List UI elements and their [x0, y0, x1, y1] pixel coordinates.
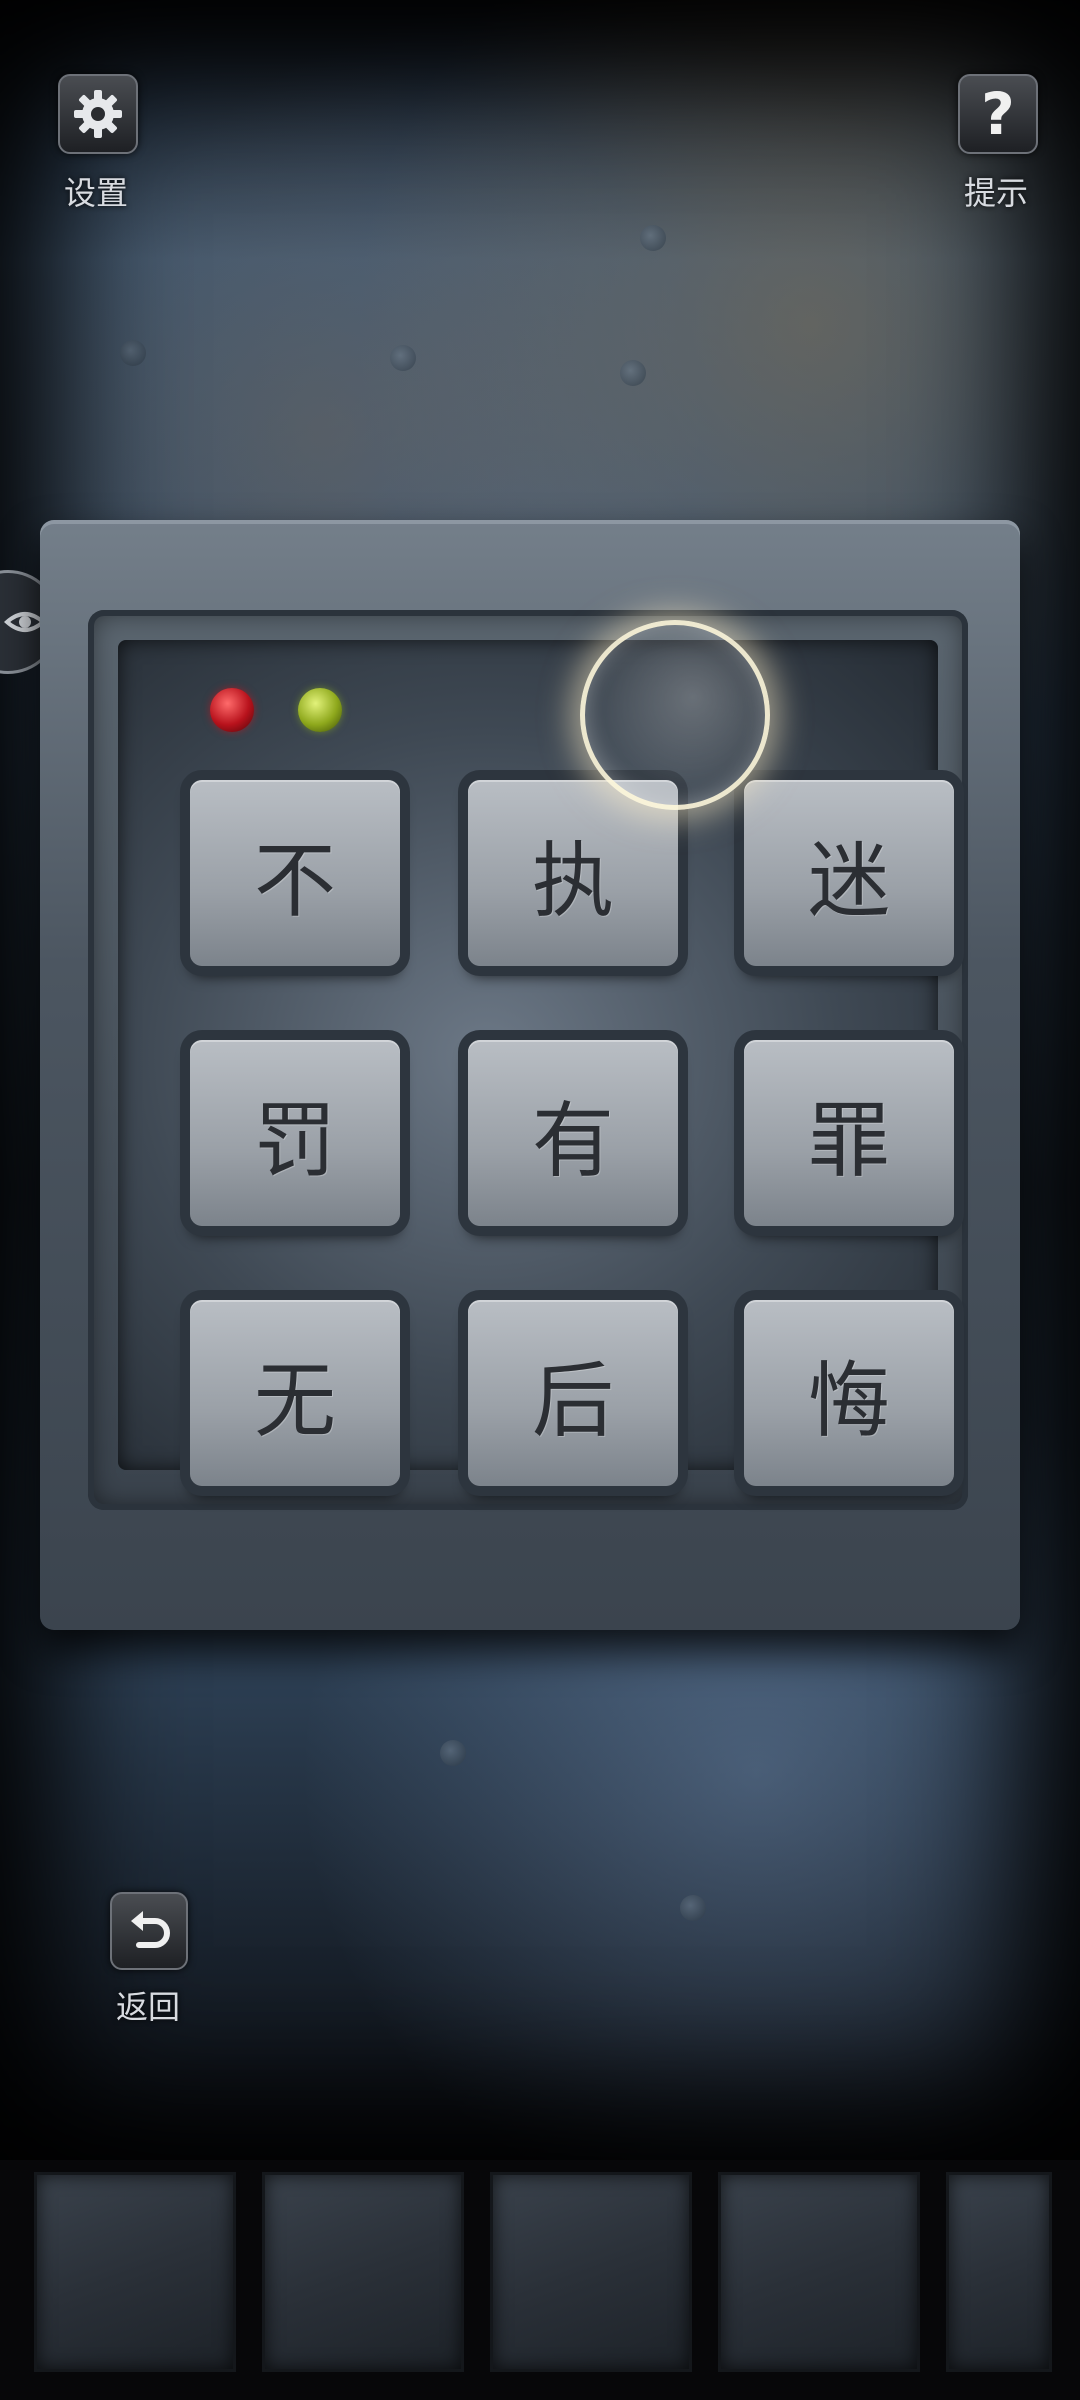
- settings-button[interactable]: [58, 74, 138, 154]
- rivet: [640, 225, 666, 251]
- hint-label: 提示: [963, 174, 1028, 212]
- settings-label: 设置: [63, 174, 128, 212]
- rivet: [440, 1740, 466, 1766]
- key-char: 无: [253, 1353, 336, 1449]
- keypad-key[interactable]: 有: [468, 1040, 678, 1226]
- magnifier-highlight: [580, 620, 770, 810]
- keypad-key[interactable]: 罪: [744, 1040, 954, 1226]
- undo-arrow-icon: [131, 1911, 170, 1948]
- key-char: 执: [531, 833, 614, 929]
- rivet: [390, 345, 416, 371]
- key-char: 迷: [807, 833, 890, 929]
- key-char: 罪: [807, 1093, 890, 1189]
- inventory-slot[interactable]: [490, 2172, 692, 2372]
- hint-button[interactable]: ?: [958, 74, 1038, 154]
- key-char: 有: [531, 1093, 614, 1189]
- key-char: 后: [531, 1353, 614, 1449]
- inventory-slot[interactable]: [946, 2172, 1052, 2372]
- keypad-panel: 不 执 迷 罚 有 罪 无 后 悔: [40, 520, 1020, 1630]
- inventory-slot[interactable]: [34, 2172, 236, 2372]
- keypad-key[interactable]: 迷: [744, 780, 954, 966]
- inventory-bar: [0, 2160, 1080, 2400]
- rivet: [680, 1895, 706, 1921]
- question-mark-icon: ?: [981, 80, 1015, 148]
- gear-icon: [74, 90, 122, 138]
- keypad-key[interactable]: 执: [468, 780, 678, 966]
- keypad-key[interactable]: 悔: [744, 1300, 954, 1486]
- inventory-slot[interactable]: [718, 2172, 920, 2372]
- back-label: 返回: [115, 1988, 180, 2026]
- key-char: 罚: [253, 1093, 336, 1189]
- inventory-slot[interactable]: [262, 2172, 464, 2372]
- keypad-frame: 不 执 迷 罚 有 罪 无 后 悔: [88, 610, 968, 1510]
- keypad-key[interactable]: 不: [190, 780, 400, 966]
- green-indicator-light: [298, 688, 342, 732]
- rivet: [120, 340, 146, 366]
- back-button[interactable]: [110, 1892, 188, 1970]
- keypad-key[interactable]: 后: [468, 1300, 678, 1486]
- key-char: 不: [253, 833, 336, 929]
- keypad-key[interactable]: 无: [190, 1300, 400, 1486]
- red-indicator-light: [210, 688, 254, 732]
- keypad-face: 不 执 迷 罚 有 罪 无 后 悔: [118, 640, 954, 1486]
- key-char: 悔: [807, 1353, 890, 1449]
- keypad-key[interactable]: 罚: [190, 1040, 400, 1226]
- rivet: [620, 360, 646, 386]
